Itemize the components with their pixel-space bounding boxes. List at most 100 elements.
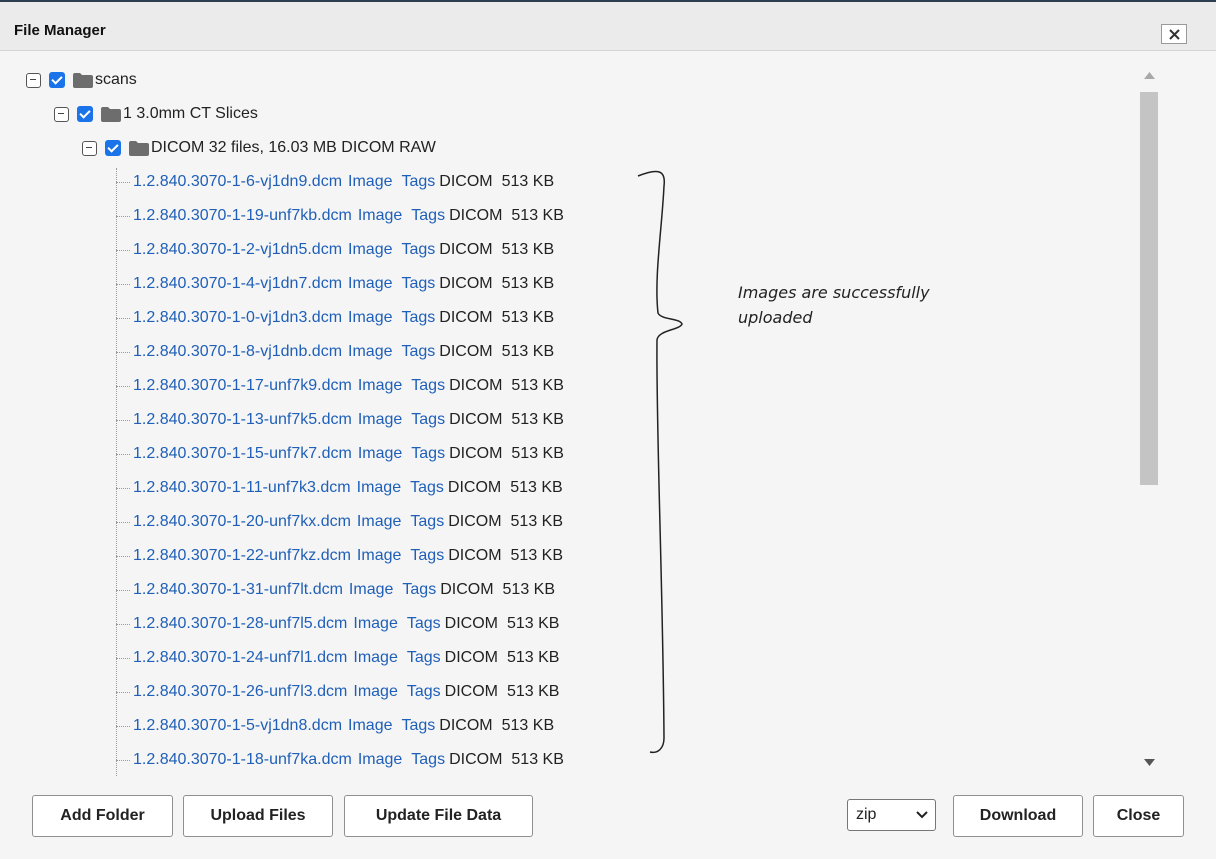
image-link[interactable]: Image bbox=[353, 615, 397, 633]
format-select[interactable]: zip bbox=[847, 799, 936, 831]
tags-link[interactable]: Tags bbox=[402, 343, 436, 361]
tags-link[interactable]: Tags bbox=[402, 173, 436, 191]
image-link[interactable]: Image bbox=[348, 343, 392, 361]
add-folder-button[interactable]: Add Folder bbox=[32, 795, 173, 837]
file-size: 513 KB bbox=[501, 717, 555, 734]
chevron-down-icon bbox=[916, 811, 928, 819]
image-link[interactable]: Image bbox=[357, 547, 401, 565]
file-row: 1.2.840.3070-1-28-unf7l5.dcm Image Tags DIC… bbox=[116, 610, 559, 638]
file-name-link[interactable]: 1.2.840.3070-1-22-unf7kz.dcm bbox=[133, 547, 351, 565]
file-name-link[interactable]: 1.2.840.3070-1-24-unf7l1.dcm bbox=[133, 649, 347, 667]
file-format: DICOM bbox=[447, 479, 502, 496]
file-name-link[interactable]: 1.2.840.3070-1-31-unf7lt.dcm bbox=[133, 581, 343, 599]
image-link[interactable]: Image bbox=[358, 411, 402, 429]
file-format: DICOM bbox=[449, 751, 503, 768]
image-link[interactable]: Image bbox=[348, 275, 392, 293]
tree-connector bbox=[116, 181, 130, 183]
scrollbar-thumb[interactable] bbox=[1140, 92, 1158, 485]
file-row: 1.2.840.3070-1-20-unf7kx.dcm Image Tags DIC… bbox=[116, 508, 563, 536]
image-link[interactable]: Image bbox=[353, 649, 397, 667]
file-name-link[interactable]: 1.2.840.3070-1-17-unf7k9.dcm bbox=[133, 377, 352, 395]
image-link[interactable]: Image bbox=[358, 751, 402, 769]
file-name-link[interactable]: 1.2.840.3070-1-28-unf7l5.dcm bbox=[133, 615, 347, 633]
file-name-link[interactable]: 1.2.840.3070-1-11-unf7k3.dcm bbox=[133, 479, 351, 497]
file-name-link[interactable]: 1.2.840.3070-1-20-unf7kx.dcm bbox=[133, 513, 351, 531]
image-link[interactable]: Image bbox=[358, 377, 402, 395]
tags-link[interactable]: Tags bbox=[411, 445, 445, 463]
file-manager-dialog: File Manager scans 1 3.0mm CT Slices DIC… bbox=[0, 0, 1216, 859]
file-name-link[interactable]: 1.2.840.3070-1-4-vj1dn7.dcm bbox=[133, 275, 342, 293]
tags-link[interactable]: Tags bbox=[410, 479, 444, 497]
tags-link[interactable]: Tags bbox=[402, 241, 436, 259]
folder-label[interactable]: scans bbox=[95, 71, 137, 89]
file-name-link[interactable]: 1.2.840.3070-1-19-unf7kb.dcm bbox=[133, 207, 352, 225]
arrow-up-icon[interactable] bbox=[1144, 72, 1155, 79]
tree-connector bbox=[116, 759, 130, 761]
tags-link[interactable]: Tags bbox=[402, 275, 436, 293]
file-row: 1.2.840.3070-1-2-vj1dn5.dcm Image Tags DICO… bbox=[116, 236, 554, 264]
tags-link[interactable]: Tags bbox=[407, 649, 441, 667]
image-link[interactable]: Image bbox=[357, 479, 401, 497]
download-button[interactable]: Download bbox=[953, 795, 1083, 837]
annotation-line: Images are successfully bbox=[738, 283, 930, 302]
file-name-link[interactable]: 1.2.840.3070-1-18-unf7ka.dcm bbox=[133, 751, 352, 769]
folder-label[interactable]: DICOM 32 files, 16.03 MB DICOM RAW bbox=[151, 139, 436, 157]
tree-connector bbox=[116, 453, 130, 455]
tags-link[interactable]: Tags bbox=[411, 377, 445, 395]
checkbox-checked-icon[interactable] bbox=[105, 140, 121, 156]
file-size: 513 KB bbox=[501, 309, 555, 326]
vertical-scrollbar[interactable] bbox=[1136, 62, 1162, 776]
tags-link[interactable]: Tags bbox=[411, 207, 445, 225]
tags-link[interactable]: Tags bbox=[407, 615, 441, 633]
annotation-brace bbox=[637, 170, 683, 754]
title-bar: File Manager bbox=[0, 2, 1216, 51]
tags-link[interactable]: Tags bbox=[410, 547, 444, 565]
image-link[interactable]: Image bbox=[348, 309, 392, 327]
collapse-icon[interactable] bbox=[26, 72, 41, 88]
tags-link[interactable]: Tags bbox=[402, 309, 436, 327]
file-name-link[interactable]: 1.2.840.3070-1-2-vj1dn5.dcm bbox=[133, 241, 342, 259]
tags-link[interactable]: Tags bbox=[411, 751, 445, 769]
image-link[interactable]: Image bbox=[353, 683, 397, 701]
file-name-link[interactable]: 1.2.840.3070-1-15-unf7k7.dcm bbox=[133, 445, 352, 463]
tags-link[interactable]: Tags bbox=[411, 411, 445, 429]
tags-link[interactable]: Tags bbox=[410, 513, 444, 531]
checkbox-checked-icon[interactable] bbox=[49, 72, 65, 88]
file-size: 513 KB bbox=[511, 207, 564, 224]
close-dialog-button[interactable] bbox=[1161, 24, 1187, 44]
image-link[interactable]: Image bbox=[349, 581, 393, 599]
file-size: 513 KB bbox=[501, 275, 555, 292]
file-size: 513 KB bbox=[506, 649, 560, 666]
image-link[interactable]: Image bbox=[358, 445, 402, 463]
image-link[interactable]: Image bbox=[357, 513, 401, 531]
file-name-link[interactable]: 1.2.840.3070-1-6-vj1dn9.dcm bbox=[133, 173, 342, 191]
image-link[interactable]: Image bbox=[348, 173, 392, 191]
collapse-icon[interactable] bbox=[82, 140, 97, 156]
file-size: 513 KB bbox=[501, 241, 555, 258]
file-name-link[interactable]: 1.2.840.3070-1-13-unf7k5.dcm bbox=[133, 411, 352, 429]
upload-files-button[interactable]: Upload Files bbox=[183, 795, 333, 837]
image-link[interactable]: Image bbox=[348, 717, 392, 735]
file-row: 1.2.840.3070-1-13-unf7k5.dcm Image Tags DIC… bbox=[116, 406, 564, 434]
tree-connector bbox=[116, 487, 130, 489]
file-name-link[interactable]: 1.2.840.3070-1-8-vj1dnb.dcm bbox=[133, 343, 342, 361]
file-size: 513 KB bbox=[511, 445, 564, 462]
close-icon bbox=[1168, 28, 1180, 40]
image-link[interactable]: Image bbox=[348, 241, 392, 259]
file-row: 1.2.840.3070-1-8-vj1dnb.dcm Image Tags DICO… bbox=[116, 338, 554, 366]
collapse-icon[interactable] bbox=[54, 106, 69, 122]
file-name-link[interactable]: 1.2.840.3070-1-26-unf7l3.dcm bbox=[133, 683, 347, 701]
arrow-down-icon[interactable] bbox=[1144, 759, 1155, 766]
close-button[interactable]: Close bbox=[1093, 795, 1184, 837]
tags-link[interactable]: Tags bbox=[402, 717, 436, 735]
tags-link[interactable]: Tags bbox=[402, 581, 436, 599]
file-name-link[interactable]: 1.2.840.3070-1-5-vj1dn8.dcm bbox=[133, 717, 342, 735]
folder-label[interactable]: 1 3.0mm CT Slices bbox=[123, 105, 258, 123]
checkbox-checked-icon[interactable] bbox=[77, 106, 93, 122]
file-name-link[interactable]: 1.2.840.3070-1-0-vj1dn3.dcm bbox=[133, 309, 342, 327]
tags-link[interactable]: Tags bbox=[407, 683, 441, 701]
file-format: DICOM bbox=[444, 683, 498, 700]
file-format: DICOM bbox=[439, 717, 493, 734]
update-file-data-button[interactable]: Update File Data bbox=[344, 795, 533, 837]
image-link[interactable]: Image bbox=[358, 207, 402, 225]
